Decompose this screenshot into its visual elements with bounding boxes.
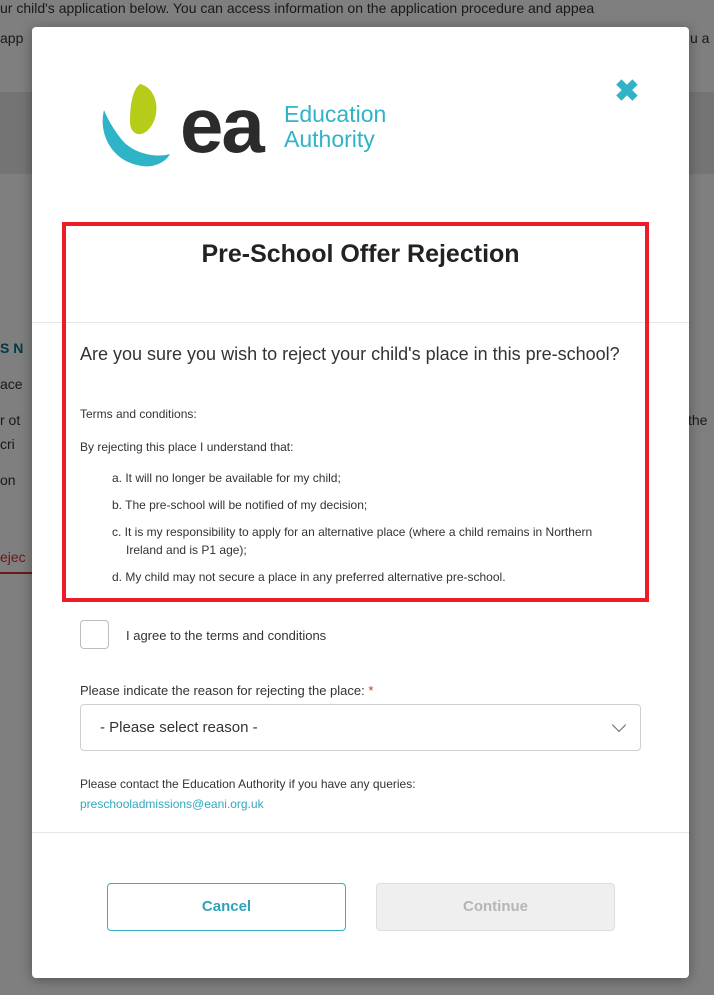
offer-rejection-modal: ea Education Authority ✖ Pre-School Offe… xyxy=(32,27,689,978)
logo-leaf-icon xyxy=(102,84,170,167)
logo-line-1: Education xyxy=(284,101,387,127)
contact-text: Please contact the Education Authority i… xyxy=(80,777,416,791)
continue-button[interactable]: Continue xyxy=(376,883,615,931)
agree-terms-label[interactable]: I agree to the terms and conditions xyxy=(126,628,326,643)
cancel-button[interactable]: Cancel xyxy=(107,883,346,931)
footer-divider xyxy=(32,832,689,833)
reason-select-value: - Please select reason - xyxy=(100,719,258,736)
education-authority-logo: ea Education Authority xyxy=(94,82,414,202)
highlight-box xyxy=(62,222,649,602)
logo-wordmark: Education Authority xyxy=(284,102,386,152)
required-indicator: * xyxy=(368,683,374,698)
agree-terms-checkbox[interactable] xyxy=(80,620,109,649)
close-icon[interactable]: ✖ xyxy=(612,77,642,107)
logo-line-2: Authority xyxy=(284,126,375,152)
contact-email-link[interactable]: preschooladmissions@eani.org.uk xyxy=(80,797,264,811)
reason-label-text: Please indicate the reason for rejecting… xyxy=(80,683,365,698)
logo-mark: ea xyxy=(180,81,265,169)
chevron-down-icon xyxy=(611,717,627,733)
reason-label: Please indicate the reason for rejecting… xyxy=(80,683,373,698)
reason-select[interactable]: - Please select reason - xyxy=(80,704,641,751)
